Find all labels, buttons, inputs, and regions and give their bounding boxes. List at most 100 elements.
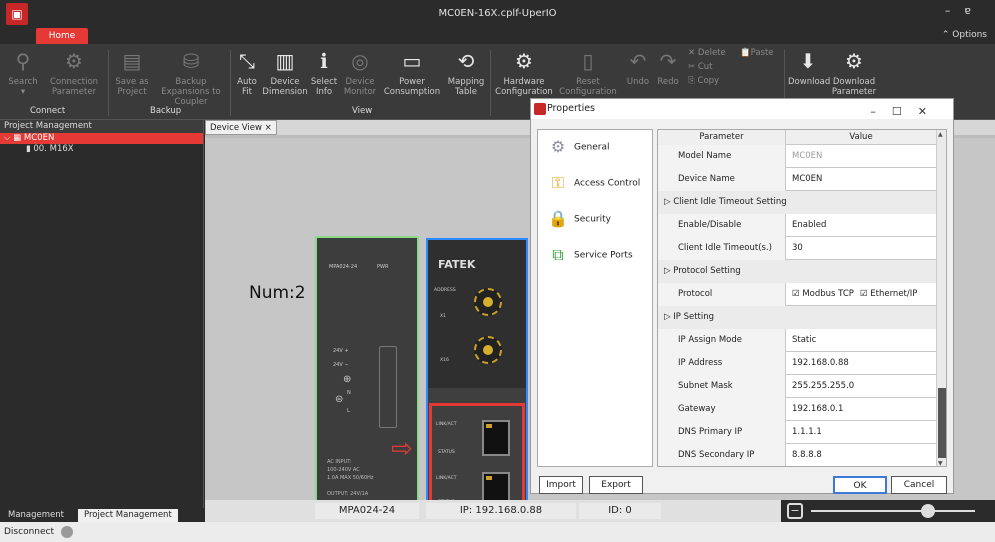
grid-row[interactable]: Client Idle Timeout(s.) 30 — [658, 237, 936, 260]
group-connect: Connect — [30, 106, 66, 116]
scroll-up-icon[interactable]: ▲ — [938, 131, 943, 138]
reset-configuration-button[interactable]: ▯ Reset Configuration — [556, 48, 620, 97]
nav-security[interactable]: 🔒 Security — [546, 208, 611, 230]
param-label: IP Setting — [673, 312, 715, 322]
properties-dialog: Properties –☐✕ ⚙ General ⚿ Access Control … — [530, 98, 954, 494]
address-dial-x16[interactable] — [474, 336, 502, 364]
tree-item-mc0en[interactable]: ⌵ ▦ MC0EN — [0, 133, 203, 144]
value-cell[interactable]: 1.1.1.1 — [786, 421, 936, 444]
grid-row[interactable]: Device Name MC0EN — [658, 168, 936, 191]
copy-button[interactable]: ⎘ Copy — [688, 76, 738, 86]
value-cell[interactable]: 8.8.8.8 — [786, 444, 936, 466]
import-button[interactable]: Import — [539, 476, 583, 494]
tree-item-m16x[interactable]: ▮ 00. M16X — [0, 144, 203, 155]
select-info-button[interactable]: ℹ Select Info — [310, 48, 338, 97]
paste-icon: 📋 — [740, 48, 751, 58]
redo-button[interactable]: ↷ Redo — [654, 48, 682, 87]
connection-parameter-button[interactable]: ⚙ Connection Parameter — [46, 48, 102, 97]
download-parameter-button[interactable]: ⚙ Download Parameter — [830, 48, 878, 97]
modbus-tcp-checkbox[interactable]: ☑ — [792, 289, 802, 299]
download-icon: ⬇ — [799, 49, 817, 73]
value-cell[interactable]: 192.168.0.88 — [786, 352, 936, 375]
window-controls[interactable]: –ɐ — [945, 4, 985, 17]
search-button[interactable]: ⚲ Search ▾ — [6, 48, 40, 97]
close-icon[interactable]: ✕ — [918, 105, 943, 118]
backup-expansions-button[interactable]: ⛁ Backup Expansions to Coupler — [154, 48, 228, 107]
auto-fit-button[interactable]: ⤡ Auto Fit — [234, 48, 260, 97]
cut-button[interactable]: ✂ Cut — [688, 62, 738, 72]
group-backup: Backup — [150, 106, 182, 116]
mpa-ac-max: 1.0A MAX 50/60Hz — [327, 475, 374, 481]
battery-icon: ▭ — [402, 49, 422, 73]
expand-icon[interactable]: ▷ — [664, 197, 673, 207]
value-cell[interactable]: MC0EN — [786, 145, 936, 168]
grid-row[interactable]: Gateway 192.168.0.1 — [658, 398, 936, 421]
undo-button[interactable]: ↶ Undo — [624, 48, 652, 87]
mpa-n: N — [347, 390, 351, 396]
power-consumption-button[interactable]: ▭ Power Consumption — [382, 48, 442, 97]
ethernet-ip-checkbox[interactable]: ☑ — [860, 289, 870, 299]
grid-row[interactable]: IP Address 192.168.0.88 — [658, 352, 936, 375]
value-cell[interactable]: MC0EN — [786, 168, 936, 191]
scroll-down-icon[interactable]: ▼ — [938, 460, 943, 466]
value-cell[interactable]: Static — [786, 329, 936, 352]
expand-icon[interactable]: ▷ — [664, 266, 673, 276]
grid-row[interactable]: Enable/Disable Enabled — [658, 214, 936, 237]
device-dimension-button[interactable]: ▥ Device Dimension — [262, 48, 308, 97]
download-button[interactable]: ⬇ Download — [788, 48, 830, 87]
connection-status-icon — [60, 525, 73, 538]
grid-scrollbar[interactable]: ▲ ▼ — [936, 130, 946, 466]
zoom-slider[interactable] — [811, 510, 975, 512]
value-cell[interactable]: ☑ Modbus TCP ☑ Ethernet/IP — [786, 283, 936, 306]
value-header: Value — [849, 132, 873, 142]
delete-button[interactable]: ✕ Delete — [688, 48, 738, 58]
power-module[interactable]: MPA024-24 PWR 24V + 24V − ⊕ N L ⊜ AC INP… — [315, 236, 419, 518]
ok-button[interactable]: OK — [833, 476, 887, 494]
mapping-table-button[interactable]: ⟲ Mapping Table — [446, 48, 486, 97]
copy-label: Copy — [697, 76, 720, 86]
nav-service-ports[interactable]: ⧉ Service Ports — [546, 244, 632, 266]
grid-section-row[interactable]: ▷ Client Idle Timeout Setting — [658, 191, 936, 214]
grid-section-row[interactable]: ▷ IP Setting — [658, 306, 936, 329]
value-cell[interactable]: 30 — [786, 237, 936, 260]
hardware-configuration-button[interactable]: ⚙ Hardware Configuration — [494, 48, 554, 97]
minimize-icon[interactable]: – — [870, 105, 892, 118]
expand-icon[interactable]: ⌵ — [4, 133, 13, 143]
grid-row[interactable]: DNS Primary IP 1.1.1.1 — [658, 421, 936, 444]
value-cell[interactable]: Enabled — [786, 214, 936, 237]
grid-section-row[interactable]: ▷ Protocol Setting — [658, 260, 936, 283]
options-button[interactable]: ⌃ Options — [942, 30, 987, 40]
export-button[interactable]: Export — [589, 476, 643, 494]
tab-management[interactable]: Management — [2, 509, 70, 522]
address-dial-x1[interactable] — [474, 288, 502, 316]
restore-icon[interactable]: ɐ — [964, 4, 985, 17]
mpa-l: L — [347, 408, 350, 414]
expand-icon[interactable]: ▷ — [664, 312, 673, 322]
nav-general[interactable]: ⚙ General — [546, 136, 610, 158]
grid-row[interactable]: Protocol ☑ Modbus TCP ☑ Ethernet/IP — [658, 283, 936, 306]
nav-label: Security — [574, 214, 611, 225]
document-icon: ▯ — [582, 49, 594, 73]
tab-home[interactable]: Home — [36, 28, 88, 45]
zoom-slider-thumb[interactable] — [921, 504, 935, 518]
tab-device-view[interactable]: Device View × — [205, 120, 277, 135]
value-cell[interactable]: 255.255.255.0 — [786, 375, 936, 398]
value-cell[interactable]: 192.168.0.1 — [786, 398, 936, 421]
grid-row[interactable]: Subnet Mask 255.255.255.0 — [658, 375, 936, 398]
device-monitor-label: Device Monitor — [343, 77, 377, 97]
nav-access-control[interactable]: ⚿ Access Control — [546, 172, 640, 194]
minimize-icon[interactable]: – — [945, 4, 965, 17]
grid-row[interactable]: DNS Secondary IP 8.8.8.8 — [658, 444, 936, 466]
scroll-thumb[interactable] — [938, 388, 946, 458]
zoom-bar: − — [781, 500, 995, 522]
cancel-button[interactable]: Cancel — [891, 476, 947, 494]
maximize-icon[interactable]: ☐ — [892, 105, 918, 118]
save-as-project-button[interactable]: ▤ Save as Project — [112, 48, 152, 97]
zoom-out-icon[interactable]: − — [787, 503, 803, 519]
paste-button[interactable]: 📋Paste — [740, 48, 782, 58]
tab-project-management[interactable]: Project Management — [78, 509, 178, 522]
grid-row[interactable]: IP Assign Mode Static — [658, 329, 936, 352]
mpa-output: OUTPUT: 24V/1A — [327, 491, 369, 497]
grid-row[interactable]: Model Name MC0EN — [658, 145, 936, 168]
device-monitor-button[interactable]: ◎ Device Monitor — [340, 48, 380, 97]
